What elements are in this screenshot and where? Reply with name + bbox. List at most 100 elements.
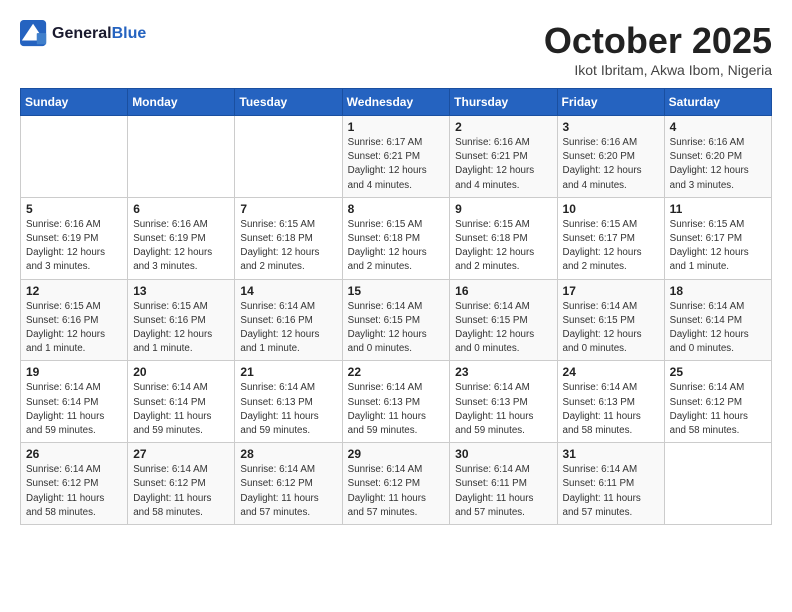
day-number: 23: [455, 365, 551, 379]
calendar-cell: [664, 443, 771, 525]
day-number: 5: [26, 202, 122, 216]
calendar-cell: [21, 116, 128, 198]
calendar-cell: [128, 116, 235, 198]
calendar-cell: 8 Sunrise: 6:15 AMSunset: 6:18 PMDaylight…: [342, 197, 450, 279]
day-detail: Sunrise: 6:15 AMSunset: 6:16 PMDaylight:…: [26, 300, 122, 357]
calendar-cell: 18 Sunrise: 6:14 AMSunset: 6:14 PMDayligh…: [664, 279, 771, 361]
location-subtitle: Ikot Ibritam, Akwa Ibom, Nigeria: [544, 62, 772, 78]
day-number: 14: [240, 284, 336, 298]
day-number: 24: [563, 365, 659, 379]
day-detail: Sunrise: 6:14 AMSunset: 6:13 PMDaylight:…: [240, 381, 336, 438]
logo-icon: [20, 20, 48, 48]
day-detail: Sunrise: 6:16 AMSunset: 6:19 PMDaylight:…: [133, 218, 229, 275]
calendar-cell: 16 Sunrise: 6:14 AMSunset: 6:15 PMDayligh…: [450, 279, 557, 361]
day-detail: Sunrise: 6:14 AMSunset: 6:15 PMDaylight:…: [348, 300, 445, 357]
day-detail: Sunrise: 6:14 AMSunset: 6:15 PMDaylight:…: [563, 300, 659, 357]
day-detail: Sunrise: 6:15 AMSunset: 6:18 PMDaylight:…: [240, 218, 336, 275]
day-number: 2: [455, 120, 551, 134]
day-detail: Sunrise: 6:15 AMSunset: 6:17 PMDaylight:…: [670, 218, 766, 275]
day-detail: Sunrise: 6:14 AMSunset: 6:14 PMDaylight:…: [670, 300, 766, 357]
day-number: 20: [133, 365, 229, 379]
day-detail: Sunrise: 6:14 AMSunset: 6:12 PMDaylight:…: [670, 381, 766, 438]
calendar-cell: 24 Sunrise: 6:14 AMSunset: 6:13 PMDayligh…: [557, 361, 664, 443]
day-header-sunday: Sunday: [21, 89, 128, 116]
calendar-cell: 3 Sunrise: 6:16 AMSunset: 6:20 PMDaylight…: [557, 116, 664, 198]
day-detail: Sunrise: 6:14 AMSunset: 6:12 PMDaylight:…: [348, 463, 445, 520]
day-number: 18: [670, 284, 766, 298]
calendar-week-3: 12Sunrise: 6:15 AMSunset: 6:16 PMDayligh…: [21, 279, 772, 361]
day-detail: Sunrise: 6:16 AMSunset: 6:20 PMDaylight:…: [563, 136, 659, 193]
day-detail: Sunrise: 6:14 AMSunset: 6:12 PMDaylight:…: [133, 463, 229, 520]
day-number: 3: [563, 120, 659, 134]
calendar-cell: 21Sunrise: 6:14 AMSunset: 6:13 PMDayligh…: [235, 361, 342, 443]
day-header-saturday: Saturday: [664, 89, 771, 116]
day-header-monday: Monday: [128, 89, 235, 116]
day-detail: Sunrise: 6:14 AMSunset: 6:15 PMDaylight:…: [455, 300, 551, 357]
calendar-week-2: 5 Sunrise: 6:16 AMSunset: 6:19 PMDaylight…: [21, 197, 772, 279]
calendar-cell: 12Sunrise: 6:15 AMSunset: 6:16 PMDayligh…: [21, 279, 128, 361]
calendar-cell: 2 Sunrise: 6:16 AMSunset: 6:21 PMDaylight…: [450, 116, 557, 198]
calendar-week-1: 1 Sunrise: 6:17 AMSunset: 6:21 PMDaylight…: [21, 116, 772, 198]
title-block: October 2025 Ikot Ibritam, Akwa Ibom, Ni…: [544, 20, 772, 78]
calendar-cell: 1 Sunrise: 6:17 AMSunset: 6:21 PMDaylight…: [342, 116, 450, 198]
day-detail: Sunrise: 6:14 AMSunset: 6:11 PMDaylight:…: [563, 463, 659, 520]
month-title: October 2025: [544, 20, 772, 62]
day-detail: Sunrise: 6:14 AMSunset: 6:12 PMDaylight:…: [240, 463, 336, 520]
day-detail: Sunrise: 6:14 AMSunset: 6:12 PMDaylight:…: [26, 463, 122, 520]
calendar-cell: 19 Sunrise: 6:14 AMSunset: 6:14 PMDayligh…: [21, 361, 128, 443]
logo: GeneralBlue: [20, 20, 146, 48]
calendar-cell: 28 Sunrise: 6:14 AMSunset: 6:12 PMDayligh…: [235, 443, 342, 525]
day-number: 29: [348, 447, 445, 461]
calendar-cell: 15 Sunrise: 6:14 AMSunset: 6:15 PMDayligh…: [342, 279, 450, 361]
calendar-cell: 25 Sunrise: 6:14 AMSunset: 6:12 PMDayligh…: [664, 361, 771, 443]
day-number: 11: [670, 202, 766, 216]
day-detail: Sunrise: 6:15 AMSunset: 6:16 PMDaylight:…: [133, 300, 229, 357]
day-number: 10: [563, 202, 659, 216]
day-detail: Sunrise: 6:14 AMSunset: 6:14 PMDaylight:…: [26, 381, 122, 438]
day-number: 6: [133, 202, 229, 216]
day-header-friday: Friday: [557, 89, 664, 116]
calendar-week-5: 26Sunrise: 6:14 AMSunset: 6:12 PMDayligh…: [21, 443, 772, 525]
calendar-cell: 30 Sunrise: 6:14 AMSunset: 6:11 PMDayligh…: [450, 443, 557, 525]
day-number: 9: [455, 202, 551, 216]
day-number: 22: [348, 365, 445, 379]
day-number: 17: [563, 284, 659, 298]
day-detail: Sunrise: 6:17 AMSunset: 6:21 PMDaylight:…: [348, 136, 445, 193]
day-number: 28: [240, 447, 336, 461]
day-number: 25: [670, 365, 766, 379]
day-number: 27: [133, 447, 229, 461]
day-detail: Sunrise: 6:15 AMSunset: 6:18 PMDaylight:…: [455, 218, 551, 275]
day-header-tuesday: Tuesday: [235, 89, 342, 116]
logo-text: GeneralBlue: [52, 25, 146, 43]
day-number: 30: [455, 447, 551, 461]
day-detail: Sunrise: 6:16 AMSunset: 6:21 PMDaylight:…: [455, 136, 551, 193]
day-detail: Sunrise: 6:15 AMSunset: 6:18 PMDaylight:…: [348, 218, 445, 275]
day-detail: Sunrise: 6:14 AMSunset: 6:13 PMDaylight:…: [563, 381, 659, 438]
day-number: 8: [348, 202, 445, 216]
day-number: 13: [133, 284, 229, 298]
day-number: 7: [240, 202, 336, 216]
day-number: 15: [348, 284, 445, 298]
calendar-cell: 11 Sunrise: 6:15 AMSunset: 6:17 PMDayligh…: [664, 197, 771, 279]
day-header-thursday: Thursday: [450, 89, 557, 116]
calendar-cell: 22 Sunrise: 6:14 AMSunset: 6:13 PMDayligh…: [342, 361, 450, 443]
day-number: 19: [26, 365, 122, 379]
calendar-cell: 6 Sunrise: 6:16 AMSunset: 6:19 PMDaylight…: [128, 197, 235, 279]
calendar-table: SundayMondayTuesdayWednesdayThursdayFrid…: [20, 88, 772, 525]
calendar-cell: 5 Sunrise: 6:16 AMSunset: 6:19 PMDaylight…: [21, 197, 128, 279]
day-number: 16: [455, 284, 551, 298]
calendar-cell: 31Sunrise: 6:14 AMSunset: 6:11 PMDayligh…: [557, 443, 664, 525]
day-detail: Sunrise: 6:15 AMSunset: 6:17 PMDaylight:…: [563, 218, 659, 275]
calendar-header-row: SundayMondayTuesdayWednesdayThursdayFrid…: [21, 89, 772, 116]
calendar-cell: 9 Sunrise: 6:15 AMSunset: 6:18 PMDaylight…: [450, 197, 557, 279]
day-detail: Sunrise: 6:14 AMSunset: 6:11 PMDaylight:…: [455, 463, 551, 520]
calendar-cell: 10 Sunrise: 6:15 AMSunset: 6:17 PMDayligh…: [557, 197, 664, 279]
calendar-cell: 13 Sunrise: 6:15 AMSunset: 6:16 PMDayligh…: [128, 279, 235, 361]
calendar-cell: 20Sunrise: 6:14 AMSunset: 6:14 PMDayligh…: [128, 361, 235, 443]
calendar-cell: 14 Sunrise: 6:14 AMSunset: 6:16 PMDayligh…: [235, 279, 342, 361]
day-detail: Sunrise: 6:14 AMSunset: 6:13 PMDaylight:…: [348, 381, 445, 438]
day-detail: Sunrise: 6:14 AMSunset: 6:16 PMDaylight:…: [240, 300, 336, 357]
calendar-week-4: 19 Sunrise: 6:14 AMSunset: 6:14 PMDayligh…: [21, 361, 772, 443]
day-number: 1: [348, 120, 445, 134]
day-detail: Sunrise: 6:16 AMSunset: 6:19 PMDaylight:…: [26, 218, 122, 275]
